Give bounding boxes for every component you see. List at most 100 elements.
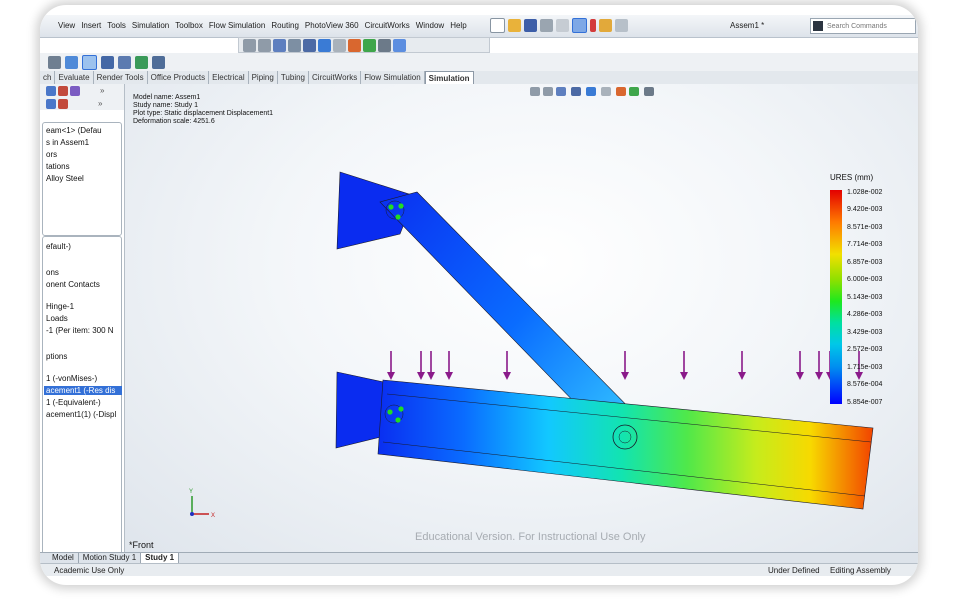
tab-piping[interactable]: Piping bbox=[249, 71, 278, 84]
linear-pattern-icon[interactable] bbox=[101, 55, 114, 69]
tree-item-parts[interactable]: s in Assem1 bbox=[46, 138, 89, 147]
open-folder-icon[interactable] bbox=[508, 19, 521, 32]
tab-model[interactable]: Model bbox=[40, 553, 79, 563]
tab-office-products[interactable]: Office Products bbox=[148, 71, 210, 84]
tree-item-options[interactable]: ptions bbox=[46, 352, 67, 361]
simulation-manager-icon[interactable] bbox=[46, 98, 56, 109]
tree-item-connections[interactable]: ons bbox=[46, 268, 59, 277]
reference-geometry-icon[interactable] bbox=[152, 55, 165, 69]
quick-access-toolbar bbox=[490, 18, 628, 33]
tree-item-connectors[interactable]: ors bbox=[46, 150, 57, 159]
view-orientation-icon[interactable] bbox=[303, 38, 316, 52]
menu-routing[interactable]: Routing bbox=[271, 21, 299, 30]
tree-item-hinge[interactable]: Hinge-1 bbox=[46, 302, 74, 311]
new-document-icon[interactable] bbox=[490, 18, 505, 33]
tree-item-default-config[interactable]: efault-) bbox=[46, 242, 71, 251]
legend-value: 2.572e-003 bbox=[847, 346, 883, 353]
menu-insert[interactable]: Insert bbox=[81, 21, 101, 30]
tree-item-annotations[interactable]: tations bbox=[46, 162, 70, 171]
viewport-icon[interactable] bbox=[393, 38, 406, 52]
viewport-heads-up-toolbar[interactable] bbox=[530, 87, 654, 96]
tree-item-material[interactable]: Alloy Steel bbox=[46, 174, 84, 183]
legend-value: 6.857e-003 bbox=[847, 259, 883, 266]
expand-chevron-icon[interactable]: » bbox=[100, 86, 104, 95]
menu-photoview[interactable]: PhotoView 360 bbox=[305, 21, 359, 30]
feature-manager-icon[interactable] bbox=[46, 85, 56, 96]
legend-value: 1.715e-003 bbox=[847, 364, 883, 371]
triad-y-label: Y bbox=[189, 489, 193, 495]
scene-icon[interactable] bbox=[363, 38, 376, 52]
mate-icon[interactable] bbox=[82, 54, 97, 70]
command-tabs: ch Evaluate Render Tools Office Products… bbox=[40, 71, 918, 85]
tree-item-displacement-plot[interactable]: acement1 (-Res dis bbox=[44, 386, 122, 395]
tab-motion-study[interactable]: Motion Study 1 bbox=[79, 553, 142, 563]
tab-simulation[interactable]: Simulation bbox=[424, 71, 474, 84]
expand-chevron-icon-2[interactable]: » bbox=[98, 99, 102, 108]
menu-items: View Insert Tools Simulation Toolbox Flo… bbox=[58, 21, 467, 30]
menu-help[interactable]: Help bbox=[450, 21, 466, 30]
tab-sketch[interactable]: ch bbox=[40, 71, 56, 84]
zoom-area-icon[interactable] bbox=[258, 38, 271, 52]
appearance-icon[interactable] bbox=[348, 38, 361, 52]
axis-triad: Y X bbox=[189, 489, 215, 519]
tree-item-stress-plot[interactable]: 1 (-vonMises-) bbox=[46, 374, 97, 383]
explode-view-icon[interactable] bbox=[135, 55, 148, 69]
file-properties-icon[interactable] bbox=[599, 19, 612, 32]
view-toolbar bbox=[238, 37, 490, 53]
menu-window[interactable]: Window bbox=[416, 21, 444, 30]
tab-flow-simulation[interactable]: Flow Simulation bbox=[361, 71, 425, 84]
menu-view[interactable]: View bbox=[58, 21, 75, 30]
load-arrows bbox=[387, 351, 863, 380]
study-manager-icon[interactable] bbox=[58, 98, 68, 109]
menu-circuitworks[interactable]: CircuitWorks bbox=[365, 21, 410, 30]
legend-title: URES (mm) bbox=[830, 173, 874, 182]
license-status: Academic Use Only bbox=[54, 566, 125, 575]
tree-item-strain-plot[interactable]: 1 (-Equivalent-) bbox=[46, 398, 101, 407]
insert-component-icon[interactable] bbox=[65, 55, 78, 69]
undo-icon[interactable] bbox=[556, 19, 569, 32]
legend-value: 1.028e-002 bbox=[847, 189, 883, 196]
search-commands-field[interactable]: Search Commands bbox=[810, 18, 916, 34]
menu-toolbox[interactable]: Toolbox bbox=[175, 21, 203, 30]
tab-render-tools[interactable]: Render Tools bbox=[94, 71, 148, 84]
menu-simulation[interactable]: Simulation bbox=[132, 21, 169, 30]
display-style-icon[interactable] bbox=[318, 38, 331, 52]
tree-item-force[interactable]: -1 (Per item: 300 N bbox=[46, 326, 114, 335]
section-view-icon[interactable] bbox=[288, 38, 301, 52]
tree-item-loads[interactable]: Loads bbox=[46, 314, 68, 323]
print-icon[interactable] bbox=[540, 19, 553, 32]
tree-item-beam[interactable]: eam<1> (Defau bbox=[46, 126, 102, 135]
hide-show-icon[interactable] bbox=[333, 38, 346, 52]
tree-item-component-contacts[interactable]: onent Contacts bbox=[46, 280, 100, 289]
tab-circuitworks[interactable]: CircuitWorks bbox=[309, 71, 362, 84]
save-icon[interactable] bbox=[524, 19, 537, 32]
study-tabs: Model Motion Study 1 Study 1 bbox=[40, 552, 918, 563]
config-manager-icon[interactable] bbox=[70, 85, 80, 96]
legend-color-bar bbox=[830, 190, 842, 404]
tab-evaluate[interactable]: Evaluate bbox=[55, 71, 94, 84]
graphics-viewport[interactable]: Model name: Assem1 Study name: Study 1 P… bbox=[125, 84, 918, 552]
zoom-to-fit-icon[interactable] bbox=[243, 38, 256, 52]
rebuild-icon[interactable] bbox=[590, 19, 596, 32]
editing-status: Editing Assembly bbox=[830, 566, 891, 575]
legend-value: 6.000e-003 bbox=[847, 276, 883, 283]
main-beam bbox=[377, 379, 874, 510]
menu-flow-simulation[interactable]: Flow Simulation bbox=[209, 21, 265, 30]
legend-value: 8.576e-004 bbox=[847, 381, 883, 388]
tab-tubing[interactable]: Tubing bbox=[278, 71, 310, 84]
tab-electrical[interactable]: Electrical bbox=[209, 71, 249, 84]
command-manager-toolbar bbox=[40, 53, 918, 71]
assembly-tool-icon[interactable] bbox=[48, 55, 61, 69]
legend-value: 5.854e-007 bbox=[847, 399, 883, 406]
options-icon[interactable] bbox=[615, 19, 628, 32]
tab-study-1[interactable]: Study 1 bbox=[141, 553, 180, 563]
manager-tabs-secondary: » bbox=[40, 97, 124, 110]
move-component-icon[interactable] bbox=[118, 55, 131, 69]
select-icon[interactable] bbox=[572, 18, 587, 33]
menu-tools[interactable]: Tools bbox=[107, 21, 126, 30]
property-manager-icon[interactable] bbox=[58, 85, 68, 96]
legend-value: 9.420e-003 bbox=[847, 206, 883, 213]
previous-view-icon[interactable] bbox=[273, 38, 286, 52]
tree-item-displacement-plot-2[interactable]: acement1(1) (-Displ bbox=[46, 410, 116, 419]
view-settings-icon[interactable] bbox=[378, 38, 391, 52]
